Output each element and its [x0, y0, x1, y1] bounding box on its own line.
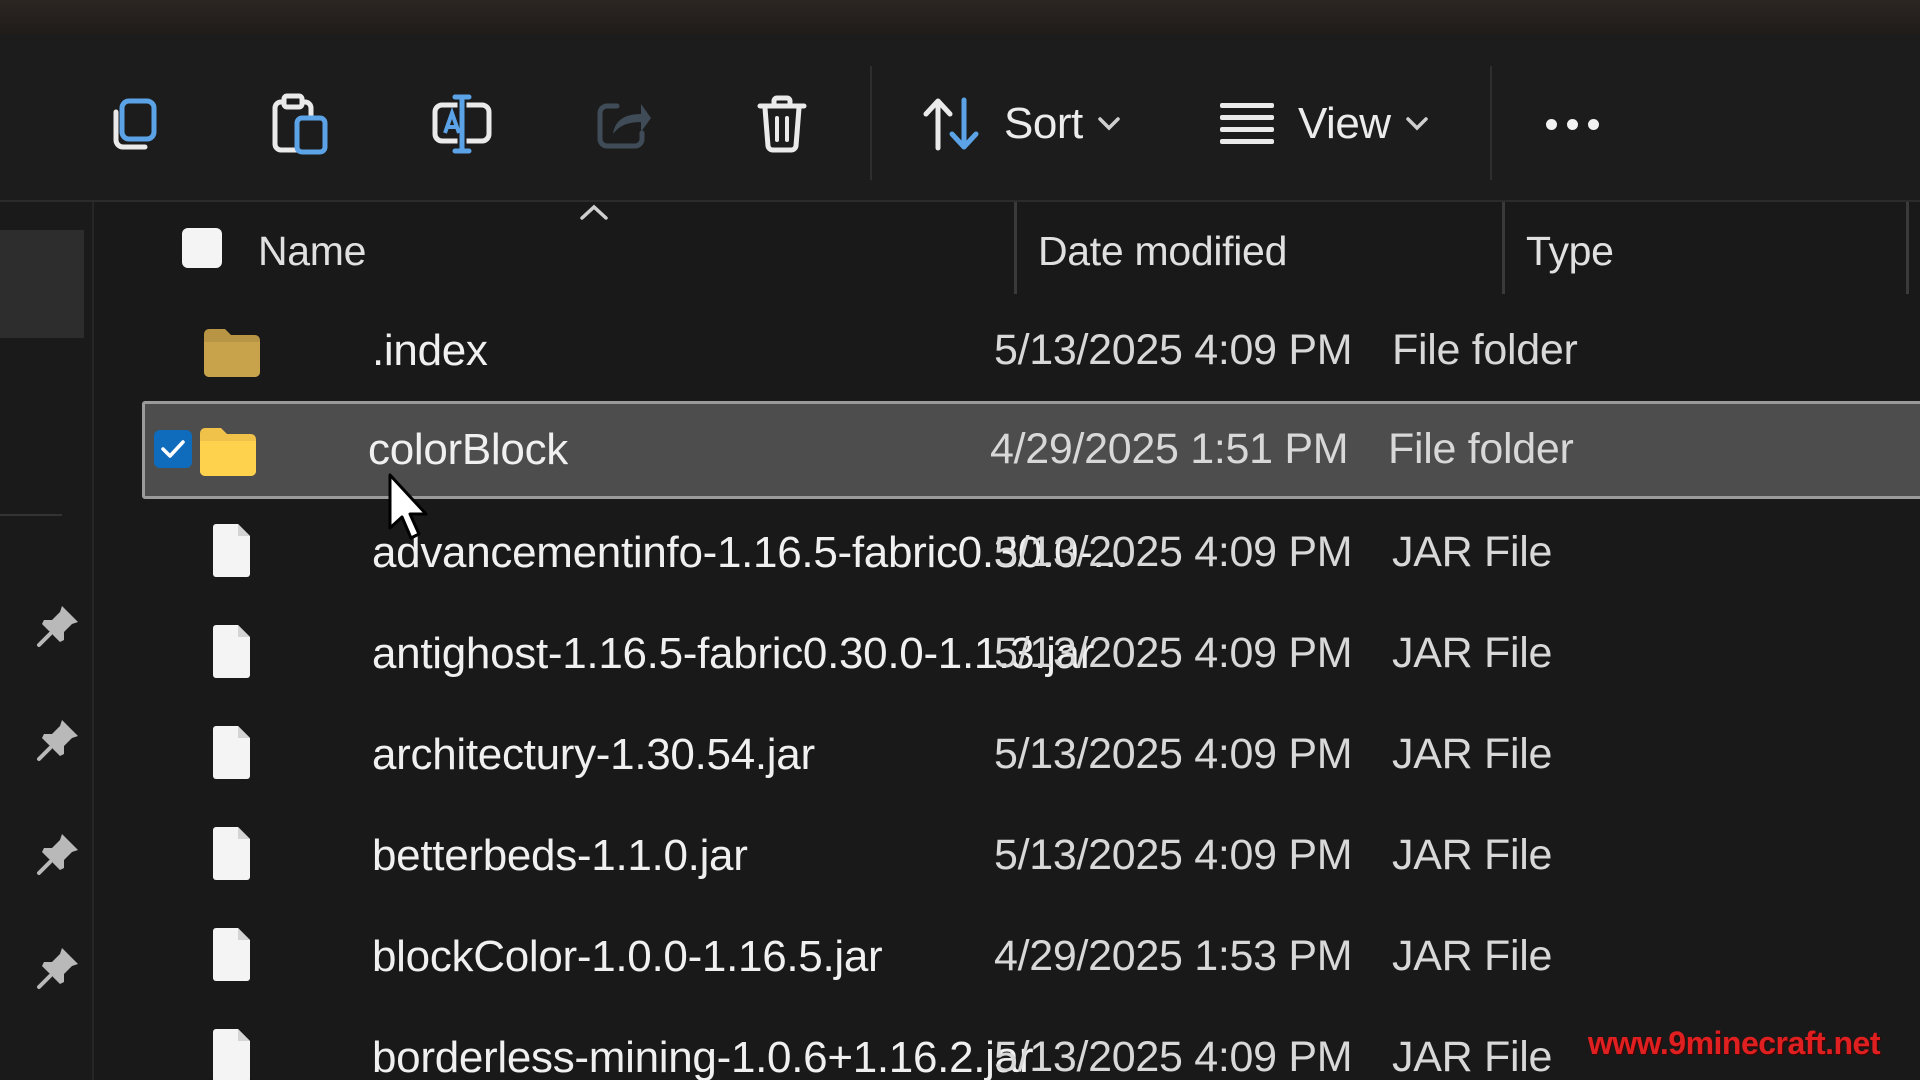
folder-icon	[202, 326, 262, 378]
pin-icon[interactable]	[34, 830, 82, 878]
file-row[interactable]: betterbeds-1.1.0.jar 5/13/2025 4:09 PM JAR…	[146, 807, 1920, 905]
trash-icon	[757, 95, 807, 153]
sort-button[interactable]: Sort	[922, 84, 1121, 164]
file-icon	[202, 726, 262, 782]
more-options-button[interactable]	[1540, 84, 1604, 164]
file-date-modified: 5/13/2025 4:09 PM	[994, 528, 1353, 576]
sort-icon	[923, 97, 979, 151]
file-date-modified: 5/13/2025 4:09 PM	[994, 326, 1353, 374]
file-type: JAR File	[1392, 528, 1553, 576]
copy-button[interactable]	[96, 84, 172, 164]
file-name: blockColor-1.0.0-1.16.5.jar	[372, 932, 883, 981]
file-list: Name Date modified Type .index 5/13/2025 …	[94, 202, 1920, 1080]
column-header-date-modified[interactable]: Date modified	[1038, 228, 1287, 275]
delete-button[interactable]	[752, 84, 812, 164]
file-name: betterbeds-1.1.0.jar	[372, 831, 748, 880]
file-name: borderless-mining-1.0.6+1.16.2.jar	[372, 1033, 1034, 1080]
pin-icon[interactable]	[34, 602, 82, 650]
file-icon	[202, 625, 262, 681]
rename-icon	[432, 94, 492, 154]
checkmark-icon	[161, 440, 185, 458]
file-date-modified: 5/13/2025 4:09 PM	[994, 831, 1353, 879]
file-type: JAR File	[1392, 932, 1553, 980]
file-type: File folder	[1392, 326, 1578, 374]
file-row[interactable]: antighost-1.16.5-fabric0.30.0-1.1.3.jar 5…	[146, 605, 1920, 703]
file-name: .index	[372, 326, 488, 375]
pin-icon[interactable]	[34, 716, 82, 764]
paste-button[interactable]	[262, 84, 338, 164]
column-resize-handle[interactable]	[1014, 202, 1017, 294]
view-button[interactable]: View	[1218, 84, 1429, 164]
paste-icon	[272, 93, 328, 155]
mouse-cursor-icon	[388, 473, 428, 540]
title-bar	[0, 0, 1920, 34]
folder-icon	[198, 425, 258, 477]
toolbar-divider	[870, 66, 872, 180]
watermark: www.9minecraft.net	[1587, 1025, 1881, 1061]
file-name: architectury-1.30.54.jar	[372, 730, 815, 779]
copy-icon	[113, 98, 157, 150]
chevron-down-icon	[1405, 117, 1428, 131]
file-row[interactable]: architectury-1.30.54.jar 5/13/2025 4:09 P…	[146, 706, 1920, 804]
file-type: JAR File	[1392, 730, 1553, 778]
column-header-row: Name Date modified Type	[94, 202, 1920, 298]
file-type: JAR File	[1392, 831, 1553, 879]
file-name: colorBlock	[368, 425, 568, 474]
toolbar-divider	[1490, 66, 1492, 180]
file-type: JAR File	[1392, 1033, 1553, 1080]
file-date-modified: 5/13/2025 4:09 PM	[994, 1033, 1353, 1080]
navigation-pane	[0, 202, 94, 1080]
column-resize-handle[interactable]	[1906, 202, 1909, 294]
rename-button[interactable]	[424, 84, 500, 164]
select-all-checkbox[interactable]	[182, 228, 222, 268]
file-date-modified: 5/13/2025 4:09 PM	[994, 730, 1353, 778]
more-icon	[1545, 118, 1599, 130]
folder-row[interactable]: .index 5/13/2025 4:09 PM File folder	[146, 302, 1920, 400]
file-icon	[202, 827, 262, 883]
chevron-down-icon	[1097, 117, 1120, 131]
file-row[interactable]: blockColor-1.0.0-1.16.5.jar 4/29/2025 1:5…	[146, 908, 1920, 1006]
file-icon	[202, 1029, 262, 1080]
file-date-modified: 4/29/2025 1:51 PM	[990, 425, 1349, 473]
row-checkbox[interactable]	[154, 430, 192, 468]
share-button[interactable]	[586, 84, 662, 164]
nav-selected-item[interactable]	[0, 230, 84, 338]
file-type: JAR File	[1392, 629, 1553, 677]
file-type: File folder	[1388, 425, 1574, 473]
nav-divider	[0, 514, 62, 516]
file-name: antighost-1.16.5-fabric0.30.0-1.1.3.jar	[372, 629, 1095, 678]
column-header-type[interactable]: Type	[1526, 228, 1614, 275]
file-icon	[202, 524, 262, 580]
column-header-name[interactable]: Name	[258, 228, 366, 275]
view-list-icon	[1220, 103, 1274, 144]
file-explorer-window: Sort View Name Date modified Type .index…	[0, 0, 1920, 1080]
file-icon	[202, 928, 262, 984]
column-resize-handle[interactable]	[1502, 202, 1505, 294]
sort-label: Sort	[1004, 99, 1083, 148]
share-icon	[597, 103, 651, 149]
command-bar: Sort View	[0, 34, 1920, 202]
view-label: View	[1298, 99, 1391, 148]
file-date-modified: 4/29/2025 1:53 PM	[994, 932, 1353, 980]
pin-icon[interactable]	[34, 944, 82, 992]
file-date-modified: 5/13/2025 4:09 PM	[994, 629, 1353, 677]
